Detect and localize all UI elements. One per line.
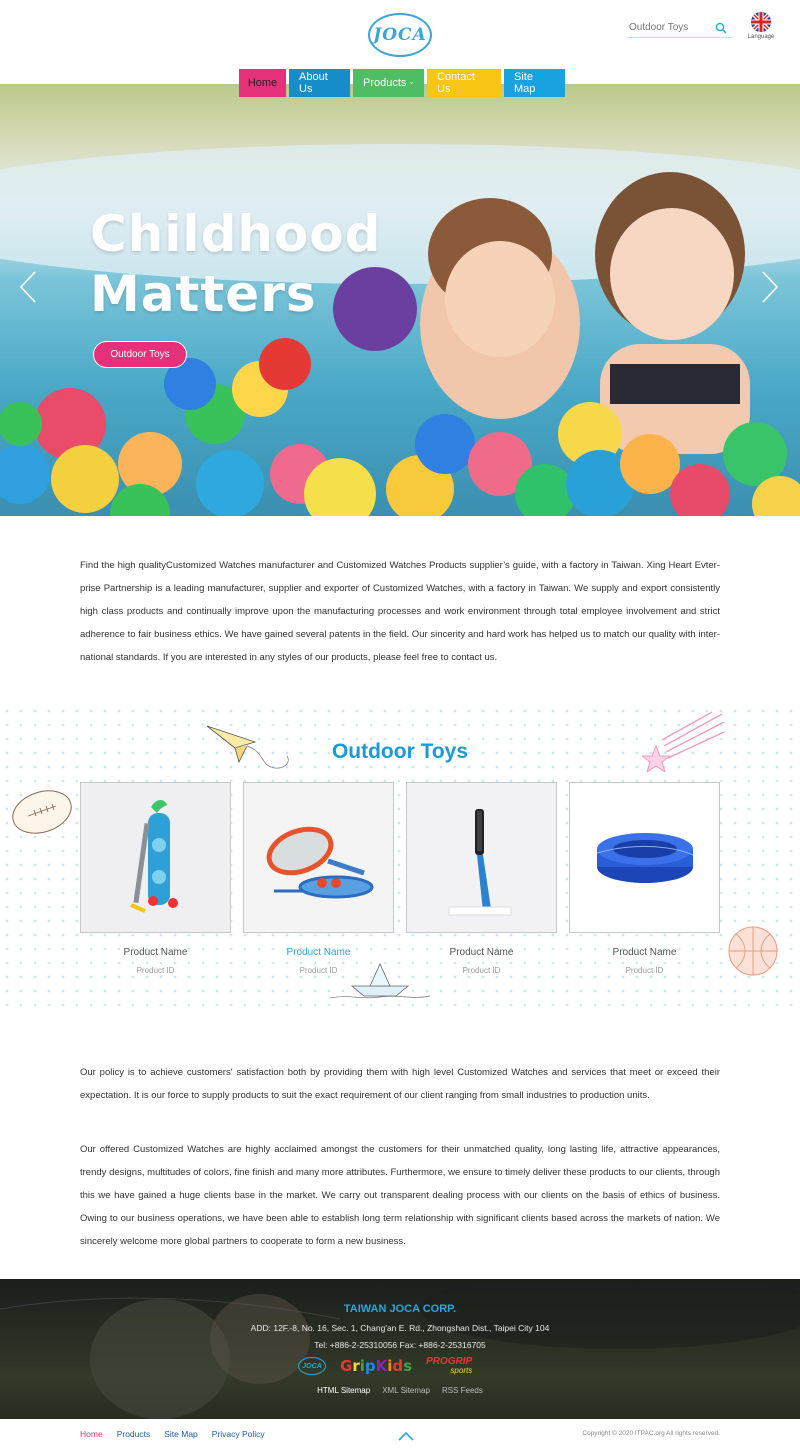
carousel-prev-icon[interactable] [18,270,38,304]
search-box [627,18,733,38]
footer-company-name: TAIWAN JOCA CORP. [343,1303,457,1315]
bottom-links: Home Products Site Map Privacy Policy [80,1429,265,1439]
sports-text: sports [450,1366,473,1375]
bottom-sitemap-link[interactable]: Site Map [164,1429,198,1439]
hero-banner: Childhood Matters Outdoor Toys [0,84,800,516]
football-icon [12,790,72,834]
golf-set-image [81,783,230,932]
uk-flag-icon [751,12,771,32]
basketball-icon [728,926,778,976]
product-name-3[interactable]: Product Name [406,947,557,958]
site-footer: TAIWAN JOCA CORP. ADD: 12F.-8, No. 16, S… [0,1279,800,1419]
logo-letter: s [403,1357,413,1375]
logo-letter: r [352,1357,360,1375]
footer-joca-logo[interactable]: JOCA [298,1357,326,1375]
product-card-4[interactable] [569,782,720,933]
product-name-1[interactable]: Product Name [80,947,231,958]
back-to-top-icon[interactable] [397,1429,415,1441]
progrip-text: PROGRIP [426,1356,473,1367]
nav-sitemap[interactable]: Site Map [504,69,565,97]
language-selector[interactable]: Language [744,12,778,40]
footer-links: HTML Sitemap XML Sitemap RSS Feeds [0,1386,800,1395]
footer-gripkids-logo[interactable]: GripKids [340,1357,412,1375]
footer-progrip-logo[interactable]: PROGRIP sports [426,1356,473,1376]
logo-letter: K [375,1357,388,1375]
bat-image [407,783,556,932]
nav-contact[interactable]: Contact Us [427,69,501,97]
footer-contact: Tel: +886-2-25310056 Fax: +886-2-2531670… [314,1340,486,1350]
outdoor-toys-section: Outdoor Toys Product Name Product ID Pro… [0,704,800,1008]
strap-roll-image [570,783,719,932]
hero-outdoor-toys-button[interactable]: Outdoor Toys [93,341,187,368]
logo-letter: p [364,1357,376,1375]
footer-brand-logos: JOCA GripKids PROGRIP sports [298,1357,472,1375]
footer-rss-link[interactable]: RSS Feeds [442,1386,483,1395]
product-id-2: Product ID [299,966,338,975]
logo-letter: d [392,1357,404,1375]
policy-text-1: Our policy is to achieve customers' sati… [80,1067,720,1101]
outdoor-toys-title: Outdoor Toys [331,740,469,763]
language-label: Language [747,34,775,40]
logo-letter: G [340,1357,353,1375]
carousel-next-icon[interactable] [760,270,780,304]
chevron-down-icon [410,82,414,84]
hero-title-line1: Childhood [90,205,382,263]
product-id-1: Product ID [136,966,175,975]
footer-html-sitemap-link[interactable]: HTML Sitemap [317,1386,370,1395]
racket-set-image [244,783,393,932]
intro-text: Find the high qualityCustomized Watches … [80,560,720,663]
hero-title: Childhood Matters [90,204,381,324]
bottom-privacy-link[interactable]: Privacy Policy [212,1429,265,1439]
search-input[interactable] [627,22,713,33]
footer-address: ADD: 12F.-8, No. 16, Sec. 1, Chang'an E.… [250,1323,550,1333]
nav-products-label: Products [363,77,407,89]
joca-logo[interactable]: JOCA [368,13,432,57]
logo-text: JOCA [373,25,427,45]
footer-xml-sitemap-link[interactable]: XML Sitemap [382,1386,430,1395]
product-id-4: Product ID [625,966,664,975]
bottom-home-link[interactable]: Home [80,1429,103,1439]
hero-title-line2: Matters [90,265,317,323]
policy-text-2: Our offered Customized Watches are highl… [80,1144,720,1247]
nav-products[interactable]: Products [353,69,424,97]
bottom-products-link[interactable]: Products [117,1429,151,1439]
nav-about[interactable]: About Us [289,69,350,97]
product-card-1[interactable] [80,782,231,933]
copyright-text: Copyright © 2020 ITPAC.org All rights re… [582,1430,720,1437]
product-card-2[interactable] [243,782,394,933]
search-icon[interactable] [713,20,729,36]
main-nav: Home About Us Products Contact Us Site M… [239,69,565,97]
nav-home[interactable]: Home [239,69,286,97]
product-id-3: Product ID [462,966,501,975]
product-card-3[interactable] [406,782,557,933]
product-name-4[interactable]: Product Name [569,947,720,958]
product-name-2[interactable]: Product Name [243,947,394,958]
bottom-bar: Home Products Site Map Privacy Policy Co… [0,1419,800,1448]
